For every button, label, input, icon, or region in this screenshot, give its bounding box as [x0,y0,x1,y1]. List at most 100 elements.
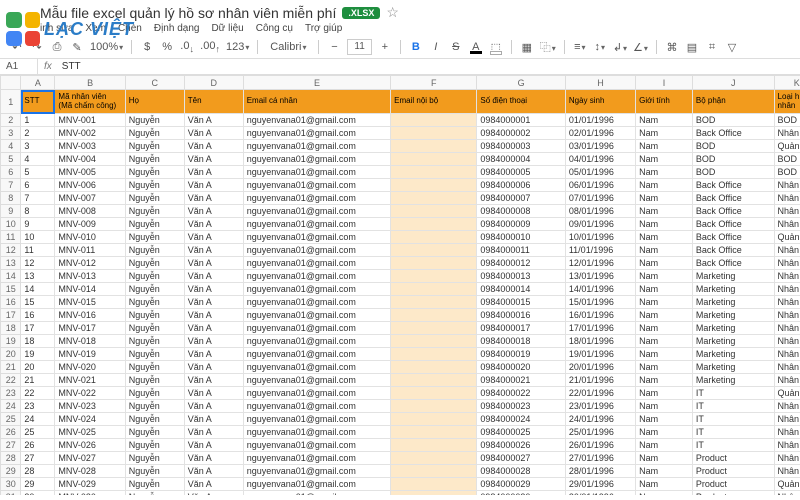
cell-dept[interactable]: Marketing [692,296,774,309]
cell-ten[interactable]: Văn A [184,231,243,244]
cell-stt[interactable]: 5 [21,166,55,179]
cell-sex[interactable]: Nam [636,166,693,179]
cell-dob[interactable]: 14/01/1996 [565,283,635,296]
cell-dob[interactable]: 01/01/1996 [565,114,635,127]
menu-công-cụ[interactable]: Công cụ [256,23,293,34]
cell-dept[interactable]: IT [692,413,774,426]
cell-sex[interactable]: Nam [636,205,693,218]
cell-job[interactable]: Quản [774,478,800,491]
cell-stt[interactable]: 12 [21,257,55,270]
cell-sex[interactable]: Nam [636,127,693,140]
cell-email-int[interactable] [391,153,477,166]
cell-dept[interactable]: BOD [692,114,774,127]
cell-dept[interactable]: Marketing [692,335,774,348]
fill-color-button[interactable]: ⬚ [489,41,503,54]
strike-button[interactable]: S [449,41,463,53]
cell-stt[interactable]: 25 [21,426,55,439]
cell-ho[interactable]: Nguyễn [125,140,184,153]
cell-email[interactable]: nguyenvana01@gmail.com [243,309,390,322]
cell-phone[interactable]: 0984000008 [477,205,565,218]
cell-phone[interactable]: 0984000028 [477,465,565,478]
cell-email[interactable]: nguyenvana01@gmail.com [243,452,390,465]
cell-dob[interactable]: 15/01/1996 [565,296,635,309]
cell-job[interactable]: BOD [774,114,800,127]
cell-email-int[interactable] [391,348,477,361]
cell-sex[interactable]: Nam [636,114,693,127]
cell-email-int[interactable] [391,140,477,153]
cell-phone[interactable]: 0984000023 [477,400,565,413]
cell-email[interactable]: nguyenvana01@gmail.com [243,465,390,478]
cell-email-int[interactable] [391,114,477,127]
cell-email-int[interactable] [391,374,477,387]
cell-dob[interactable]: 25/01/1996 [565,426,635,439]
cell-dept[interactable]: Marketing [692,283,774,296]
cell-dept[interactable]: Marketing [692,361,774,374]
cell-job[interactable]: Nhân [774,257,800,270]
cell-mnv[interactable]: MNV-029 [55,478,125,491]
cell-email[interactable]: nguyenvana01@gmail.com [243,322,390,335]
cell-sex[interactable]: Nam [636,335,693,348]
cell-email-int[interactable] [391,478,477,491]
row-header-9[interactable]: 9 [1,205,21,218]
cell-dob[interactable]: 10/01/1996 [565,231,635,244]
spreadsheet-grid[interactable]: ABCDEFGHIJK 1STTMã nhân viên (Mã chấm cô… [0,75,800,495]
cell-phone[interactable]: 0984000010 [477,231,565,244]
cell-sex[interactable]: Nam [636,257,693,270]
cell-mnv[interactable]: MNV-026 [55,439,125,452]
cell-ho[interactable]: Nguyễn [125,452,184,465]
cell-ho[interactable]: Nguyễn [125,166,184,179]
cell-ten[interactable]: Văn A [184,192,243,205]
header-cell-K[interactable]: Loại h nhân [774,90,800,114]
cell-ho[interactable]: Nguyễn [125,192,184,205]
cell-ten[interactable]: Văn A [184,179,243,192]
cell-phone[interactable]: 0984000018 [477,335,565,348]
cell-dept[interactable]: BOD [692,140,774,153]
cell-job[interactable]: Nhân [774,400,800,413]
currency-format[interactable]: $ [140,41,154,53]
cell-phone[interactable]: 0984000014 [477,283,565,296]
cell-mnv[interactable]: MNV-022 [55,387,125,400]
cell-ho[interactable]: Nguyễn [125,114,184,127]
cell-email[interactable]: nguyenvana01@gmail.com [243,478,390,491]
cell-email[interactable]: nguyenvana01@gmail.com [243,426,390,439]
row-header-27[interactable]: 27 [1,439,21,452]
cell-dept[interactable]: Back Office [692,257,774,270]
cell-phone[interactable]: 0984000026 [477,439,565,452]
cell-dept[interactable]: Marketing [692,348,774,361]
cell-stt[interactable]: 28 [21,465,55,478]
cell-sex[interactable]: Nam [636,439,693,452]
cell-ten[interactable]: Văn A [184,166,243,179]
cell-ho[interactable]: Nguyễn [125,283,184,296]
col-header-J[interactable]: J [692,76,774,90]
cell-ten[interactable]: Văn A [184,400,243,413]
cell-mnv[interactable]: MNV-028 [55,465,125,478]
cell-dept[interactable]: Marketing [692,270,774,283]
cell-email[interactable]: nguyenvana01@gmail.com [243,244,390,257]
cell-ho[interactable]: Nguyễn [125,309,184,322]
cell-mnv[interactable]: MNV-007 [55,192,125,205]
text-color-button[interactable]: A [469,41,483,53]
cell-email[interactable]: nguyenvana01@gmail.com [243,400,390,413]
cell-email-int[interactable] [391,257,477,270]
col-header-I[interactable]: I [636,76,693,90]
cell-email[interactable]: nguyenvana01@gmail.com [243,153,390,166]
cell-dept[interactable]: IT [692,400,774,413]
filter-button[interactable]: ▽ [725,41,739,54]
row-header-21[interactable]: 21 [1,361,21,374]
cell-job[interactable]: Nhân [774,491,800,496]
select-all-corner[interactable] [1,76,21,90]
cell-ho[interactable]: Nguyễn [125,257,184,270]
cell-stt[interactable]: 11 [21,244,55,257]
cell-ten[interactable]: Văn A [184,491,243,496]
cell-email[interactable]: nguyenvana01@gmail.com [243,348,390,361]
cell-job[interactable]: Nhân [774,309,800,322]
cell-mnv[interactable]: MNV-017 [55,322,125,335]
cell-mnv[interactable]: MNV-012 [55,257,125,270]
cell-job[interactable]: Nhân [774,192,800,205]
cell-email-int[interactable] [391,192,477,205]
cell-sex[interactable]: Nam [636,179,693,192]
cell-email-int[interactable] [391,361,477,374]
cell-email-int[interactable] [391,387,477,400]
row-header-8[interactable]: 8 [1,192,21,205]
cell-sex[interactable]: Nam [636,413,693,426]
